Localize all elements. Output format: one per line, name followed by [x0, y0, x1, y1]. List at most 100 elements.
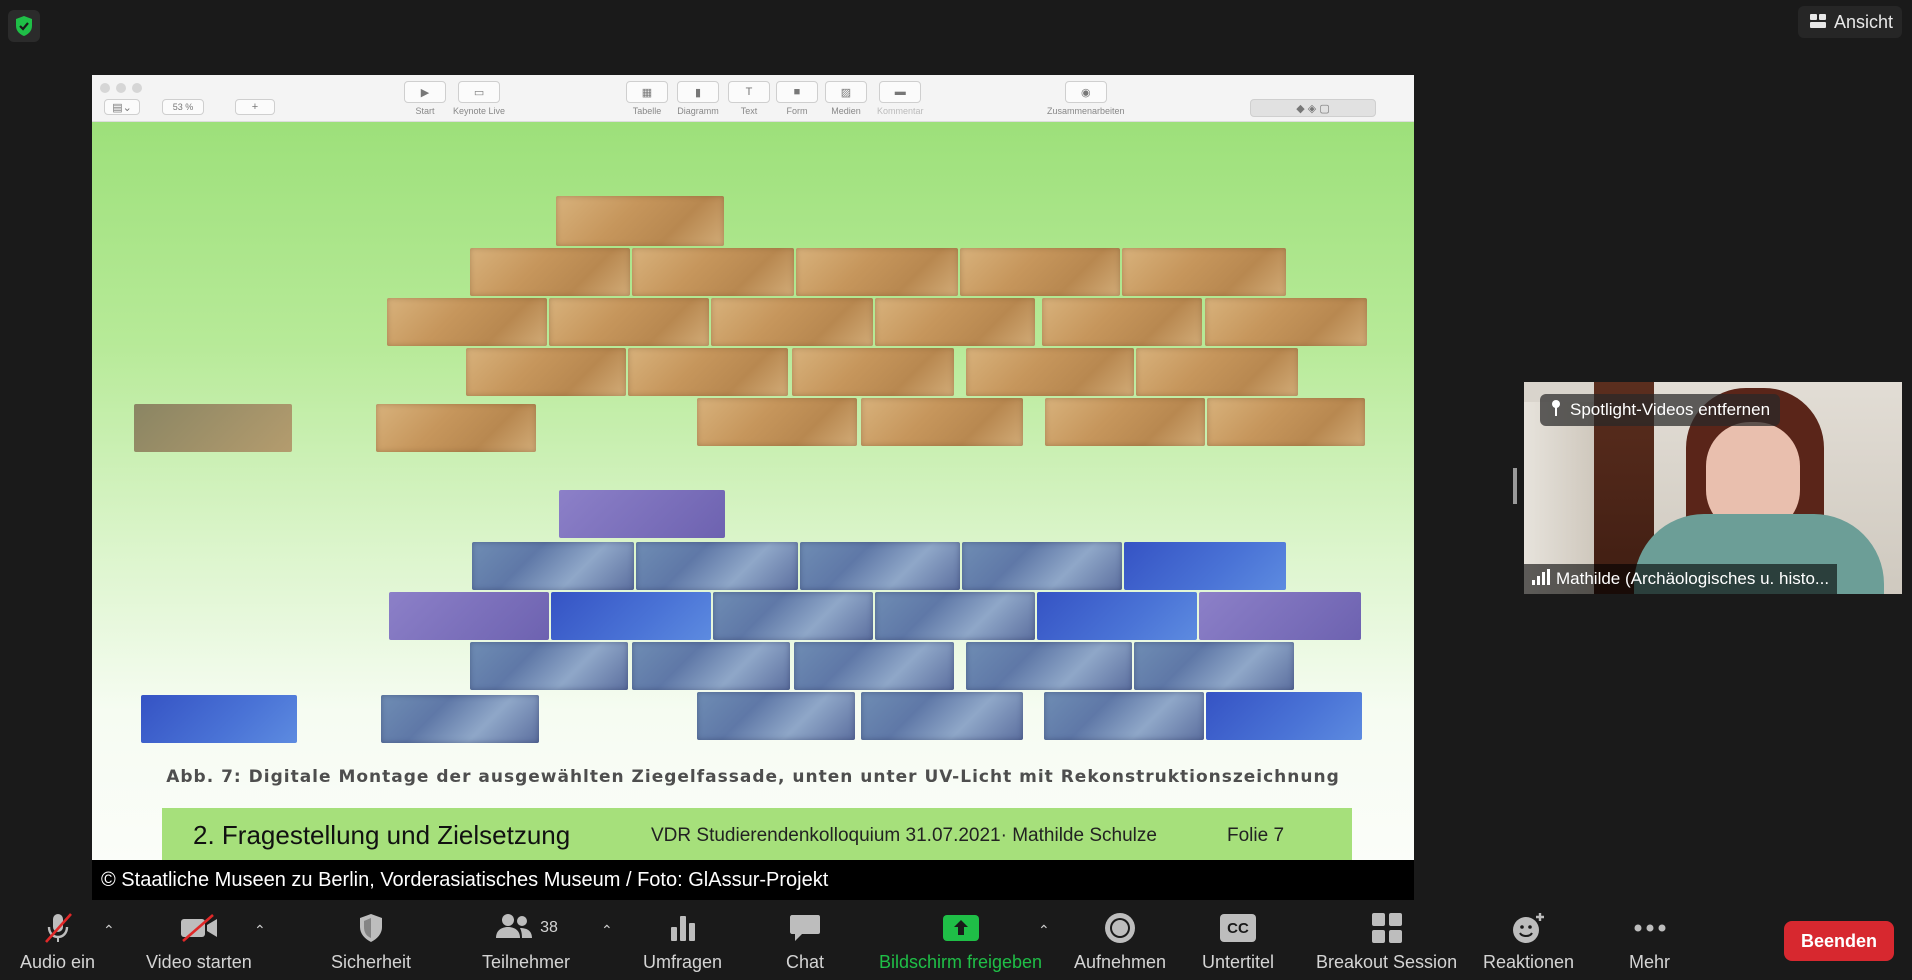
brick-uv: [381, 695, 539, 743]
participant-name: Mathilde (Archäologisches u. histo...: [1556, 569, 1830, 588]
closed-captions-icon: CC: [1220, 910, 1257, 946]
security-label: Sicherheit: [331, 952, 412, 972]
brick-photo: [1042, 298, 1202, 346]
keynote-comment-button[interactable]: ▬ Kommentar: [877, 81, 924, 116]
security-button[interactable]: Sicherheit: [331, 910, 411, 973]
record-label: Aufnehmen: [1074, 952, 1167, 972]
brick-photo: [792, 348, 954, 396]
participants-options-caret[interactable]: ⌃: [601, 922, 613, 939]
brick-photo: [387, 298, 547, 346]
participant-video-tile[interactable]: Spotlight-Videos entfernen Mathilde (Arc…: [1524, 382, 1902, 594]
brick-uv: [800, 542, 960, 590]
more-button[interactable]: Mehr: [1629, 910, 1670, 973]
add-slide-button[interactable]: +: [235, 99, 275, 118]
breakout-button[interactable]: Breakout Session: [1316, 910, 1457, 973]
view-button[interactable]: Ansicht: [1798, 6, 1902, 38]
emoji-add-icon: [1511, 910, 1547, 946]
remove-spotlight-button[interactable]: Spotlight-Videos entfernen: [1540, 394, 1781, 426]
brick-photo: [556, 196, 724, 246]
chat-label: Chat: [786, 952, 825, 972]
brick-photo: [861, 398, 1023, 446]
shared-screen: ▤⌄ 53 % + ▶ Start ▭ Keynote Live ▦ Tabelle …: [92, 75, 1414, 901]
brick-uv: [794, 642, 954, 690]
participants-button[interactable]: 38 Teilnehmer: [482, 910, 570, 973]
video-button[interactable]: Video starten: [146, 910, 252, 973]
brick-photo: [875, 298, 1035, 346]
participant-name-label: Mathilde (Archäologisches u. histo...: [1524, 564, 1838, 594]
brick-photo: [697, 398, 857, 446]
brick-uv: [861, 692, 1023, 740]
brick-uv: [697, 692, 855, 740]
end-meeting-button[interactable]: Beenden: [1784, 921, 1894, 961]
window-zoom-dot[interactable]: [132, 83, 142, 93]
keynote-toolbar: ▤⌄ 53 % + ▶ Start ▭ Keynote Live ▦ Tabelle …: [92, 75, 1414, 122]
participants-label: Teilnehmer: [482, 952, 571, 972]
chat-button[interactable]: Chat: [786, 910, 824, 973]
brick-uv: [966, 642, 1132, 690]
grid-view-icon: [1810, 12, 1826, 33]
keynote-start-button[interactable]: ▶ Start: [404, 81, 446, 116]
brick-uv: [470, 642, 628, 690]
polls-label: Umfragen: [643, 952, 723, 972]
record-button[interactable]: Aufnehmen: [1074, 910, 1166, 973]
pin-icon: [1550, 399, 1562, 422]
slide-footer-event: VDR Studierendenkolloquium 31.07.2021· M…: [651, 825, 1157, 846]
captions-icon-text: CC: [1220, 914, 1257, 942]
participants-icon-group: 38: [494, 910, 558, 946]
audio-options-caret[interactable]: ⌃: [103, 922, 115, 939]
breakout-label: Breakout Session: [1316, 952, 1458, 972]
keynote-table-button[interactable]: ▦ Tabelle: [626, 81, 668, 116]
brick-uv: [1199, 592, 1361, 640]
captions-label: Untertitel: [1202, 952, 1275, 972]
brick-photo: [1205, 298, 1367, 346]
people-icon: [494, 912, 534, 945]
security-shield-icon[interactable]: [8, 10, 40, 42]
keynote-collaborate-button[interactable]: ◉ Zusammenarbeiten: [1047, 81, 1125, 116]
spotlight-label: Spotlight-Videos entfernen: [1570, 400, 1771, 419]
reactions-button[interactable]: Reaktionen: [1483, 910, 1574, 973]
keynote-shape-button[interactable]: ■ Form: [776, 81, 818, 116]
slide-caption: Abb. 7: Digitale Montage der ausgewählte…: [166, 767, 1340, 787]
brick-photo: [1045, 398, 1205, 446]
window-minimize-dot[interactable]: [116, 83, 126, 93]
format-toggle[interactable]: ◆ ◈ ▢: [1250, 99, 1376, 120]
share-screen-icon: [942, 910, 979, 946]
brick-photo: [966, 348, 1134, 396]
window-close-dot[interactable]: [100, 83, 110, 93]
meeting-toolbar: Audio ein ⌃ Video starten ⌃ Sicherheit 3…: [0, 900, 1912, 980]
share-screen-button[interactable]: Bildschirm freigeben: [879, 910, 1042, 973]
breakout-grid-icon: [1371, 910, 1403, 946]
keynote-media-button[interactable]: ▨ Medien: [825, 81, 867, 116]
video-options-caret[interactable]: ⌃: [254, 922, 266, 939]
keynote-live-button[interactable]: ▭ Keynote Live: [453, 81, 505, 116]
brick-photo: [376, 404, 536, 452]
panel-resize-handle[interactable]: [1513, 468, 1517, 504]
brick-uv: [875, 592, 1035, 640]
brick-photo: [466, 348, 626, 396]
brick-photo: [632, 248, 794, 296]
brick-photo: [796, 248, 958, 296]
view-menu[interactable]: ▤⌄: [104, 99, 140, 118]
brick-uv: [1037, 592, 1197, 640]
brick-uv: [1134, 642, 1294, 690]
brick-photo: [470, 248, 630, 296]
brick-photo: [628, 348, 788, 396]
share-screen-label: Bildschirm freigeben: [879, 952, 1043, 972]
signal-strength-icon: [1532, 568, 1550, 590]
audio-button[interactable]: Audio ein: [20, 910, 95, 973]
captions-button[interactable]: CC Untertitel: [1202, 910, 1274, 973]
keynote-chart-button[interactable]: ▮ Diagramm: [677, 81, 719, 116]
more-dots-icon: [1633, 910, 1667, 946]
shield-icon: [357, 910, 385, 946]
polls-button[interactable]: Umfragen: [643, 910, 722, 973]
brick-uv: [551, 592, 711, 640]
camera-off-icon: [179, 910, 219, 946]
brick-uv: [141, 695, 297, 743]
share-options-caret[interactable]: ⌃: [1038, 922, 1050, 939]
bar-chart-icon: [668, 910, 698, 946]
keynote-text-button[interactable]: T Text: [728, 81, 770, 116]
video-label: Video starten: [146, 952, 252, 972]
zoom-menu[interactable]: 53 %: [162, 99, 204, 118]
microphone-muted-icon: [41, 910, 75, 946]
record-icon: [1103, 910, 1137, 946]
